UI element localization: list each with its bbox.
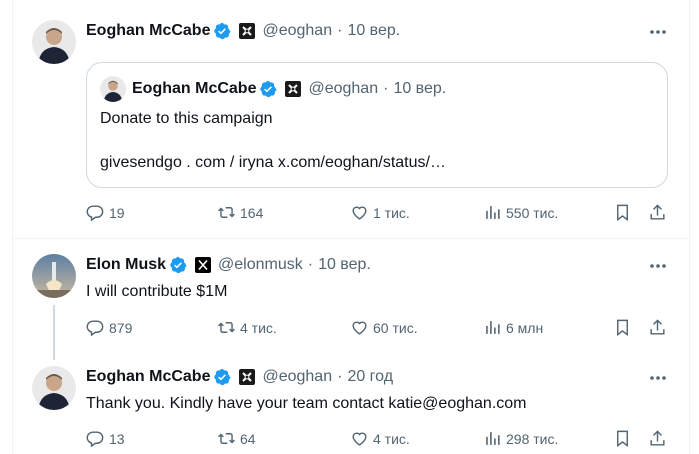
separator-dot: · xyxy=(337,22,343,39)
bookmark-button[interactable] xyxy=(613,203,632,227)
verified-badge-icon xyxy=(214,22,231,40)
thread-connector-line xyxy=(53,305,55,360)
views-button[interactable]: 6 млн xyxy=(483,318,543,337)
views-count: 298 тис. xyxy=(506,430,559,447)
affiliate-badge-icon[interactable] xyxy=(239,23,256,39)
bookmark-icon xyxy=(617,204,628,222)
like-button[interactable]: 1 тис. xyxy=(350,203,410,222)
reply-count: 19 xyxy=(109,204,125,221)
repost-count: 4 тис. xyxy=(240,319,277,336)
views-chart-icon xyxy=(486,206,500,219)
more-options-icon[interactable] xyxy=(648,368,668,388)
heart-icon xyxy=(352,206,367,220)
author-handle[interactable]: @eoghan xyxy=(262,368,332,386)
verified-badge-icon xyxy=(260,80,277,98)
views-button[interactable]: 298 тис. xyxy=(483,429,558,448)
separator-dot: · xyxy=(383,80,389,97)
avatar-elon[interactable] xyxy=(32,254,76,298)
repost-count: 164 xyxy=(240,204,264,221)
share-button[interactable] xyxy=(648,318,667,342)
repost-icon xyxy=(218,207,235,218)
reply-icon xyxy=(86,320,104,337)
author-name[interactable]: Elon Musk xyxy=(86,256,166,274)
author-handle[interactable]: @eoghan xyxy=(262,22,332,40)
share-button[interactable] xyxy=(648,203,667,227)
reply-icon xyxy=(86,431,104,448)
like-count: 60 тис. xyxy=(373,319,418,336)
author-name[interactable]: Eoghan McCabe xyxy=(86,22,210,40)
repost-button[interactable]: 64 xyxy=(217,429,256,448)
separator-dot: · xyxy=(307,256,314,273)
quoted-timestamp: 10 вер. xyxy=(393,80,447,97)
bookmark-button[interactable] xyxy=(613,318,632,342)
post-timestamp[interactable]: 20 год xyxy=(347,368,393,386)
like-count: 4 тис. xyxy=(373,430,410,447)
share-icon xyxy=(650,319,665,335)
verified-badge-icon xyxy=(214,368,231,386)
reply-button[interactable]: 13 xyxy=(86,429,125,448)
post-text: I will contribute $1M xyxy=(86,283,228,300)
views-button[interactable]: 550 тис. xyxy=(483,203,558,222)
repost-icon xyxy=(218,322,235,333)
bookmark-icon xyxy=(617,430,628,448)
views-chart-icon xyxy=(486,321,500,334)
more-options-icon[interactable] xyxy=(648,22,668,42)
repost-count: 64 xyxy=(240,430,256,447)
more-options-icon[interactable] xyxy=(648,256,668,276)
like-button[interactable]: 4 тис. xyxy=(350,429,410,448)
repost-icon xyxy=(218,433,235,444)
quoted-author-handle: @eoghan xyxy=(308,80,379,97)
share-button[interactable] xyxy=(648,429,667,453)
separator-dot: · xyxy=(337,368,343,385)
reply-button[interactable]: 19 xyxy=(86,203,125,222)
x-logo-badge-icon[interactable] xyxy=(195,257,212,273)
affiliate-badge-icon[interactable] xyxy=(239,369,256,385)
repost-button[interactable]: 4 тис. xyxy=(217,318,277,337)
share-icon xyxy=(650,204,665,220)
views-chart-icon xyxy=(486,432,500,445)
avatar-eoghan[interactable] xyxy=(32,20,76,64)
views-count: 550 тис. xyxy=(506,204,559,221)
verified-badge-icon xyxy=(170,256,187,274)
views-count: 6 млн xyxy=(506,319,544,336)
quoted-author-name: Eoghan McCabe xyxy=(132,80,257,97)
heart-icon xyxy=(352,432,367,446)
heart-icon xyxy=(352,321,367,335)
post-timestamp[interactable]: 10 вер. xyxy=(318,256,371,274)
post-text: Thank you. Kindly have your team contact… xyxy=(86,395,527,412)
reply-button[interactable]: 879 xyxy=(86,318,132,337)
reply-icon xyxy=(86,205,104,222)
author-name[interactable]: Eoghan McCabe xyxy=(86,368,210,386)
quoted-text-line-2: givesendgo . com / iryna x.com/eoghan/st… xyxy=(100,154,446,171)
like-count: 1 тис. xyxy=(373,204,410,221)
repost-button[interactable]: 164 xyxy=(217,203,263,222)
bookmark-icon xyxy=(617,319,628,337)
author-handle[interactable]: @elonmusk xyxy=(218,256,303,274)
reply-count: 879 xyxy=(109,319,133,336)
avatar-eoghan-small xyxy=(100,76,126,102)
quoted-text-line-1: Donate to this campaign xyxy=(100,110,273,127)
reply-count: 13 xyxy=(109,430,125,447)
avatar-eoghan[interactable] xyxy=(32,366,76,410)
like-button[interactable]: 60 тис. xyxy=(350,318,418,337)
bookmark-button[interactable] xyxy=(613,429,632,453)
post-timestamp[interactable]: 10 вер. xyxy=(347,22,400,40)
post-divider xyxy=(12,238,688,239)
affiliate-badge-icon xyxy=(285,81,302,97)
quoted-post[interactable]: Eoghan McCabe @eoghan · 10 вер. Donate t… xyxy=(86,62,668,188)
share-icon xyxy=(650,430,665,446)
